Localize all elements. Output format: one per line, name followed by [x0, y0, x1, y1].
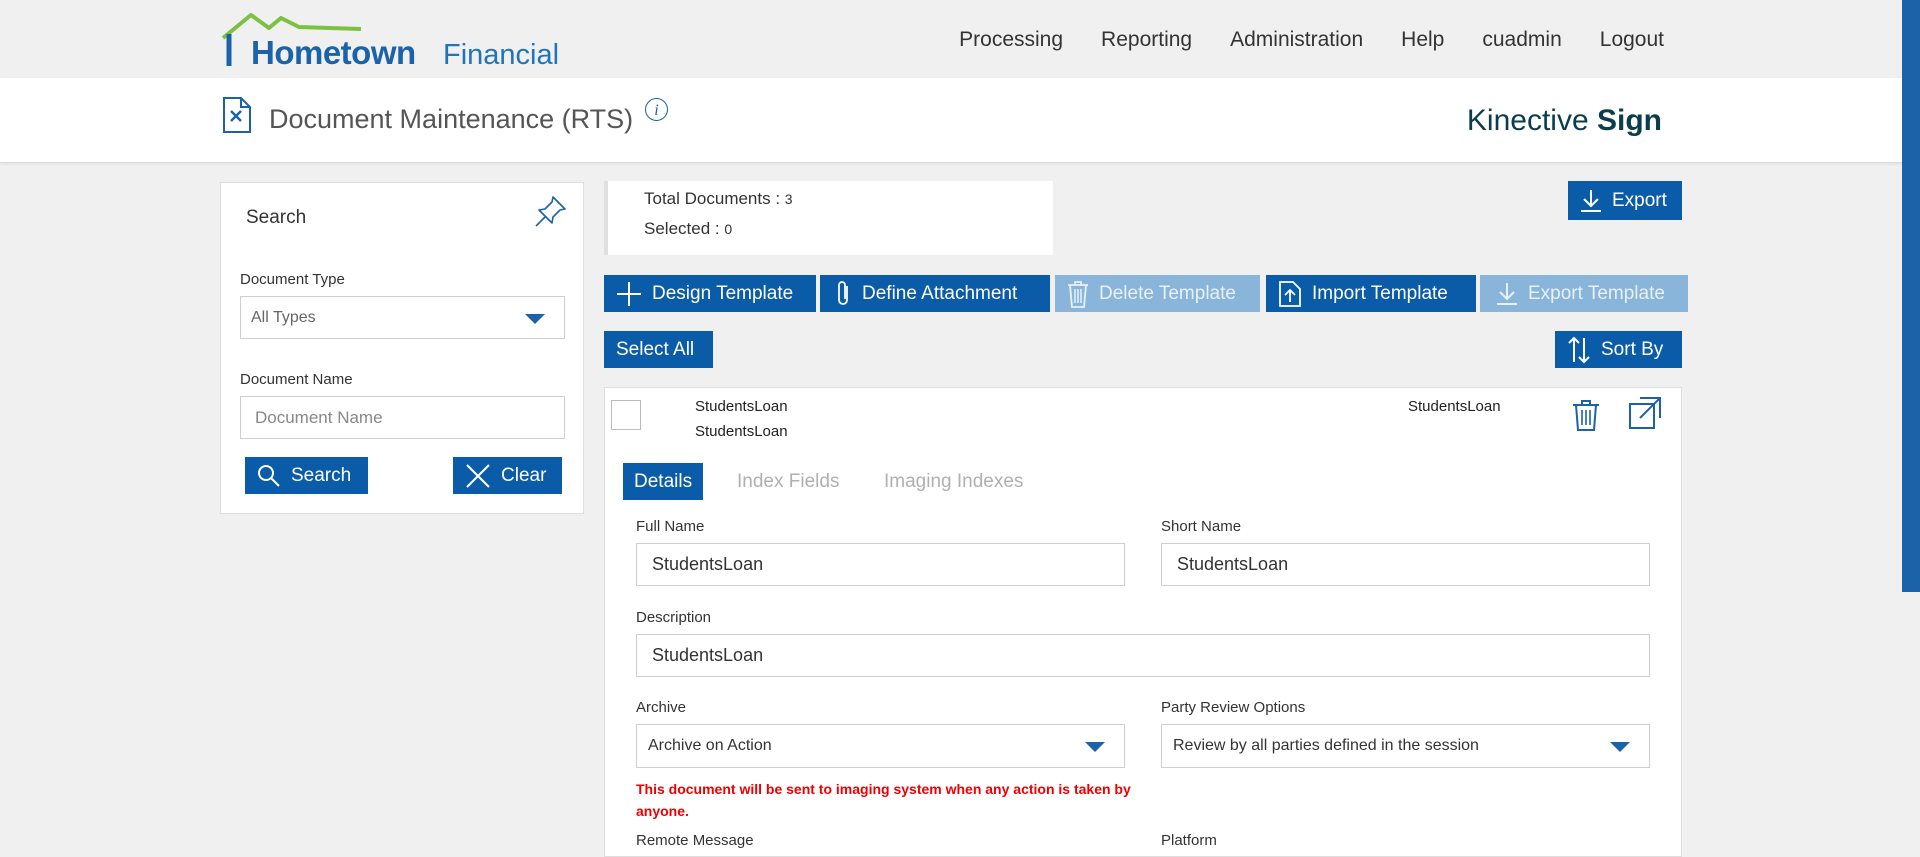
nav-processing[interactable]: Processing — [959, 28, 1063, 52]
top-bar: Hometown Financial Processing Reporting … — [0, 0, 1920, 78]
selected-label: Selected : — [644, 219, 720, 238]
full-name-label: Full Name — [636, 518, 705, 535]
total-documents: Total Documents : 3 — [644, 189, 793, 209]
export-template-label: Export Template — [1528, 282, 1665, 304]
hometown-financial-logo[interactable]: Hometown Financial — [221, 12, 561, 72]
archive-label: Archive — [636, 699, 687, 716]
download-icon — [1497, 282, 1517, 305]
paperclip-icon — [838, 280, 848, 305]
document-name-line2: StudentsLoan — [695, 423, 788, 440]
document-name-input[interactable] — [240, 396, 565, 439]
document-counts: Total Documents : 3 Selected : 0 — [604, 181, 1053, 255]
nav-logout[interactable]: Logout — [1600, 28, 1664, 52]
page-header: Document Maintenance (RTS) i Kinective S… — [0, 78, 1920, 163]
search-panel-title: Search — [246, 207, 307, 228]
main-nav: Processing Reporting Administration Help… — [921, 28, 1664, 52]
description-label: Description — [636, 609, 712, 626]
info-icon[interactable]: i — [645, 98, 668, 121]
download-icon — [1581, 189, 1601, 212]
total-documents-value: 3 — [784, 191, 793, 207]
trash-icon — [1068, 280, 1088, 308]
remote-message-label: Remote Message — [636, 832, 754, 849]
page-title: Document Maintenance (RTS) — [269, 104, 634, 134]
pin-icon[interactable] — [533, 193, 569, 229]
document-type-select[interactable]: All Types — [240, 296, 565, 339]
search-button[interactable]: Search — [245, 457, 368, 494]
search-panel: Search Document Type All Types Document … — [220, 182, 584, 514]
open-external-icon[interactable] — [1628, 396, 1662, 430]
import-template-button[interactable]: Import Template — [1266, 275, 1476, 312]
chevron-down-icon — [1610, 742, 1630, 752]
archive-select[interactable]: Archive on Action — [636, 724, 1125, 768]
nav-administration[interactable]: Administration — [1230, 28, 1363, 52]
logo-hometown-text: Hometown — [251, 34, 416, 71]
sort-arrows-icon — [1568, 336, 1590, 363]
document-name-label: Document Name — [240, 371, 353, 388]
clear-button[interactable]: Clear — [453, 457, 562, 494]
close-icon — [466, 463, 490, 488]
tab-index-fields[interactable]: Index Fields — [726, 463, 850, 500]
selected-value: 0 — [724, 221, 733, 237]
document-short-name: StudentsLoan — [1408, 398, 1501, 415]
upload-file-icon — [1279, 280, 1301, 307]
document-type-label: Document Type — [240, 271, 345, 288]
description-input[interactable] — [636, 634, 1650, 677]
nav-reporting[interactable]: Reporting — [1101, 28, 1192, 52]
search-button-label: Search — [291, 464, 352, 486]
document-card: StudentsLoan StudentsLoan StudentsLoan D… — [604, 387, 1682, 857]
kinective-sign-brand: Kinective Sign — [1467, 104, 1662, 138]
full-name-input[interactable] — [636, 543, 1125, 586]
logo-financial-text: Financial — [443, 39, 560, 71]
nav-user-cuadmin[interactable]: cuadmin — [1482, 28, 1561, 52]
delete-document-icon[interactable] — [1572, 399, 1600, 431]
document-type-value: All Types — [251, 309, 316, 326]
select-all-button[interactable]: Select All — [604, 331, 713, 368]
define-attachment-button[interactable]: Define Attachment — [820, 275, 1050, 312]
short-name-label: Short Name — [1161, 518, 1242, 535]
delete-template-label: Delete Template — [1099, 282, 1236, 304]
tab-details[interactable]: Details — [623, 463, 704, 500]
nav-help[interactable]: Help — [1401, 28, 1444, 52]
search-icon — [258, 464, 280, 487]
export-template-button[interactable]: Export Template — [1480, 275, 1688, 312]
document-select-checkbox[interactable] — [611, 400, 641, 430]
design-template-button[interactable]: Design Template — [604, 275, 816, 312]
brand-bold-text: Sign — [1597, 104, 1662, 137]
export-button-label: Export — [1612, 189, 1667, 211]
export-button[interactable]: Export — [1568, 181, 1682, 220]
sort-by-button[interactable]: Sort By — [1555, 331, 1682, 368]
party-review-label: Party Review Options — [1161, 699, 1306, 716]
platform-label: Platform — [1161, 832, 1217, 849]
archive-value: Archive on Action — [648, 737, 772, 754]
plus-icon — [617, 281, 641, 306]
party-review-value: Review by all parties defined in the ses… — [1173, 737, 1479, 754]
select-all-label: Select All — [616, 338, 695, 360]
clear-button-label: Clear — [501, 464, 547, 486]
page-scrollbar-thumb[interactable] — [1902, 0, 1920, 592]
archive-warning-text: This document will be sent to imaging sy… — [636, 781, 1131, 819]
selected-documents: Selected : 0 — [644, 219, 732, 239]
delete-template-button[interactable]: Delete Template — [1055, 275, 1260, 312]
design-template-label: Design Template — [652, 282, 794, 304]
brand-light-text: Kinective — [1466, 104, 1589, 137]
sort-by-label: Sort By — [1601, 338, 1664, 360]
short-name-input[interactable] — [1161, 543, 1650, 586]
document-name-line1: StudentsLoan — [695, 398, 788, 415]
tab-imaging-indexes[interactable]: Imaging Indexes — [873, 463, 1034, 500]
chevron-down-icon — [525, 314, 545, 324]
define-attachment-label: Define Attachment — [862, 282, 1018, 304]
party-review-select[interactable]: Review by all parties defined in the ses… — [1161, 724, 1650, 768]
import-template-label: Import Template — [1312, 282, 1448, 304]
document-settings-icon — [223, 97, 251, 133]
total-documents-label: Total Documents : — [644, 189, 781, 208]
chevron-down-icon — [1085, 742, 1105, 752]
